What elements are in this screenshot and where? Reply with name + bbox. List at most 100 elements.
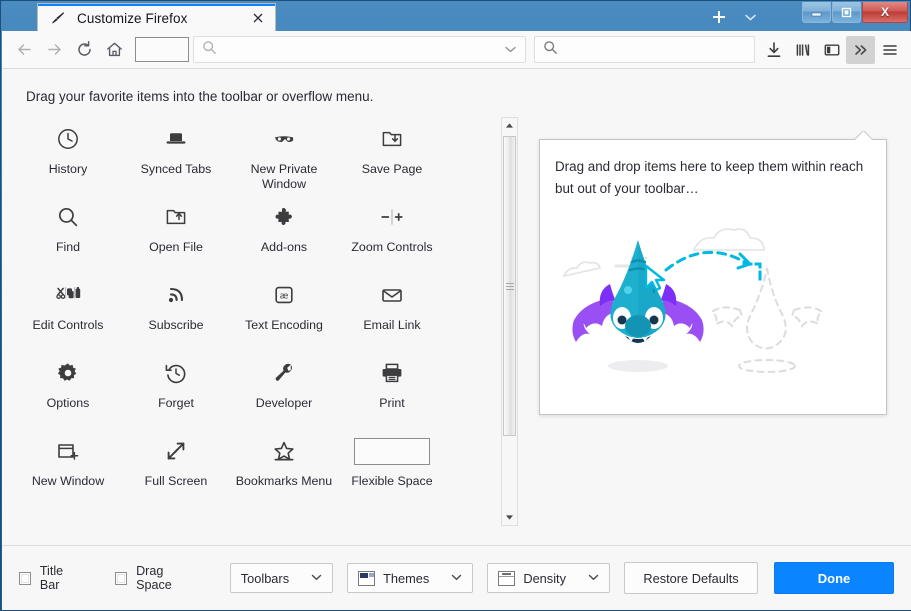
title-bar-checkbox[interactable]: Title Bar xyxy=(19,564,81,592)
back-button[interactable] xyxy=(9,36,39,64)
clock-icon xyxy=(55,125,81,153)
flexible-space-box xyxy=(354,437,430,465)
home-icon[interactable] xyxy=(99,36,129,64)
maximize-button[interactable] xyxy=(832,2,861,23)
library-icon[interactable] xyxy=(788,36,817,64)
palette-item-history[interactable]: History xyxy=(14,115,122,193)
overflow-panel-text: Drag and drop items here to keep them wi… xyxy=(555,156,875,200)
palette-item-label: Zoom Controls xyxy=(351,240,432,255)
chevron-down-icon xyxy=(588,573,599,583)
gear-icon xyxy=(55,359,81,387)
palette-item-subscribe[interactable]: Subscribe xyxy=(122,271,230,349)
palette-item-open-file[interactable]: Open File xyxy=(122,193,230,271)
reload-button[interactable] xyxy=(69,36,99,64)
zoom-controls-icon xyxy=(379,203,405,231)
downloads-icon[interactable] xyxy=(759,36,788,64)
urlbar[interactable] xyxy=(193,36,526,63)
checkbox-icon[interactable] xyxy=(115,572,127,585)
forward-button[interactable] xyxy=(39,36,69,64)
toolbars-dropdown[interactable]: Toolbars xyxy=(230,563,333,593)
customization-palette-wrapper: HistorySynced TabsNew Private Window Save… xyxy=(14,115,496,527)
palette-item-edit-controls[interactable]: Edit Controls xyxy=(14,271,122,349)
star-icon xyxy=(271,437,297,465)
palette-item-label: Find xyxy=(56,240,80,255)
navigation-toolbar xyxy=(2,31,911,69)
customization-palette: HistorySynced TabsNew Private Window Save… xyxy=(14,115,484,505)
scrollbar-grip xyxy=(506,281,514,292)
palette-item-zoom-controls[interactable]: Zoom Controls xyxy=(338,193,446,271)
palette-scrollbar[interactable] xyxy=(501,117,518,526)
edit-controls-icon xyxy=(55,281,81,309)
searchbar[interactable] xyxy=(534,36,755,63)
overflow-panel[interactable]: Drag and drop items here to keep them wi… xyxy=(539,139,887,415)
palette-item-label: New Private Window xyxy=(234,162,334,192)
customize-area: Drag your favorite items into the toolba… xyxy=(2,69,911,545)
themes-dropdown[interactable]: Themes xyxy=(347,563,473,593)
restore-defaults-button[interactable]: Restore Defaults xyxy=(624,562,758,594)
customize-bottom-bar: Title Bar Drag Space Toolbars Themes Den… xyxy=(2,545,911,610)
checkbox-icon[interactable] xyxy=(19,572,31,585)
palette-item-print[interactable]: Print xyxy=(338,349,446,427)
chevron-down-icon[interactable] xyxy=(504,41,517,59)
palette-item-save-page[interactable]: Save Page xyxy=(338,115,446,193)
scroll-up-arrow-icon[interactable] xyxy=(502,118,517,133)
firefox-monster-drag-illustration xyxy=(554,218,874,398)
palette-item-label: Options xyxy=(47,396,90,411)
wrench-icon xyxy=(271,359,297,387)
palette-item-find[interactable]: Find xyxy=(14,193,122,271)
palette-item-label: Text Encoding xyxy=(245,318,323,333)
browser-tab-customize-firefox[interactable]: Customize Firefox xyxy=(37,3,276,32)
palette-item-forget[interactable]: Forget xyxy=(122,349,230,427)
flexible-space-toolbar-item[interactable] xyxy=(135,37,189,62)
palette-item-flexible-space[interactable]: Flexible Space xyxy=(338,427,446,505)
palette-item-options[interactable]: Options xyxy=(14,349,122,427)
close-icon[interactable] xyxy=(249,9,267,27)
palette-item-label: Forget xyxy=(158,396,194,411)
scrollbar-thumb[interactable] xyxy=(503,136,516,436)
palette-item-label: Print xyxy=(379,396,404,411)
close-window-button[interactable]: X xyxy=(862,2,908,23)
new-window-icon xyxy=(55,437,81,465)
open-file-icon xyxy=(163,203,189,231)
palette-item-add-ons[interactable]: Add-ons xyxy=(230,193,338,271)
text-encoding-icon: æ xyxy=(271,281,297,309)
chevron-down-icon xyxy=(311,573,322,583)
done-button[interactable]: Done xyxy=(774,562,894,594)
palette-item-text-encoding[interactable]: æ Text Encoding xyxy=(230,271,338,349)
sidebar-icon[interactable] xyxy=(817,36,846,64)
minimize-button[interactable] xyxy=(802,2,831,23)
palette-item-label: Save Page xyxy=(362,162,423,177)
tab-strip: Customize Firefox xyxy=(1,1,911,31)
urlbar-input[interactable] xyxy=(217,42,504,57)
palette-item-label: New Window xyxy=(32,474,104,489)
puzzle-icon xyxy=(271,203,297,231)
palette-item-email-link[interactable]: Email Link xyxy=(338,271,446,349)
title-bar: Customize Firefox xyxy=(1,1,911,31)
palette-item-label: Email Link xyxy=(363,318,420,333)
palette-item-new-private-window[interactable]: New Private Window xyxy=(230,115,338,193)
chevron-down-icon[interactable] xyxy=(739,7,761,27)
search-icon xyxy=(55,203,81,231)
chevron-down-icon xyxy=(451,573,462,583)
title-bar-checkbox-label: Title Bar xyxy=(40,564,81,592)
palette-item-full-screen[interactable]: Full Screen xyxy=(122,427,230,505)
palette-item-synced-tabs[interactable]: Synced Tabs xyxy=(122,115,230,193)
customize-instructions: Drag your favorite items into the toolba… xyxy=(26,89,373,104)
app-menu-button[interactable] xyxy=(875,36,904,64)
drag-space-checkbox-label: Drag Space xyxy=(136,564,196,592)
new-tab-button[interactable] xyxy=(706,5,732,29)
flexible-space-box xyxy=(354,438,430,465)
overflow-menu-button[interactable] xyxy=(846,36,875,64)
panel-arrow xyxy=(854,131,872,140)
save-page-icon xyxy=(379,125,405,153)
scroll-down-arrow-icon[interactable] xyxy=(502,510,517,525)
search-icon xyxy=(202,40,217,60)
palette-item-label: Developer xyxy=(256,396,312,411)
palette-item-new-window[interactable]: New Window xyxy=(14,427,122,505)
palette-item-developer[interactable]: Developer xyxy=(230,349,338,427)
density-dropdown[interactable]: Density xyxy=(487,563,610,593)
palette-item-bookmarks-menu[interactable]: Bookmarks Menu xyxy=(230,427,338,505)
searchbar-input[interactable] xyxy=(558,42,746,57)
themes-icon xyxy=(358,571,375,586)
drag-space-checkbox[interactable]: Drag Space xyxy=(115,564,196,592)
